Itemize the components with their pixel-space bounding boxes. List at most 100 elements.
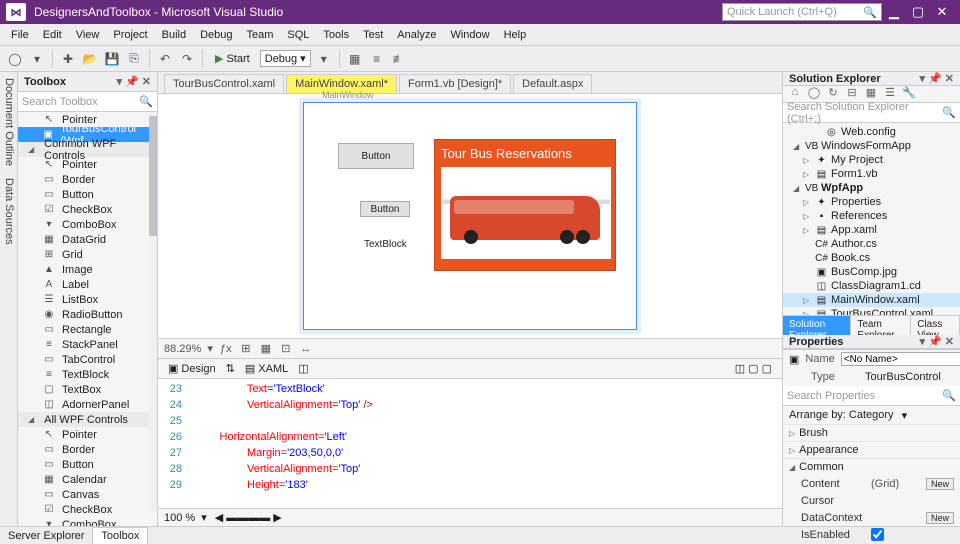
toolbox-item[interactable]: ▭TabControl (18, 352, 157, 367)
toolbox-item[interactable]: ▭Border (18, 172, 157, 187)
tree-node[interactable]: C#Book.cs (783, 251, 960, 265)
tab-tourbuscontrol[interactable]: TourBusControl.xaml (164, 74, 284, 93)
platform-select[interactable]: ▾ (315, 50, 333, 68)
tree-node[interactable]: ▣BusComp.jpg (783, 265, 960, 279)
designer-surface[interactable]: MainWindow Button Button TextBlock Tour … (158, 94, 782, 338)
zoom-value[interactable]: 88.29% (164, 343, 201, 355)
menu-help[interactable]: Help (497, 27, 534, 43)
menu-team[interactable]: Team (240, 27, 281, 43)
dropdown-icon[interactable]: ▾ (117, 75, 123, 88)
tree-node[interactable]: ◢VBWindowsFormApp (783, 139, 960, 153)
cat-appearance[interactable]: Appearance (783, 441, 960, 458)
comment-icon[interactable]: ≡ (368, 50, 386, 68)
tab-toolbox[interactable]: Toolbox (92, 527, 148, 544)
arrange-by[interactable]: Arrange by: Category (789, 409, 894, 421)
tab-default[interactable]: Default.aspx (513, 74, 592, 93)
tree-node[interactable]: ▷▪References (783, 209, 960, 223)
name-input[interactable] (841, 352, 960, 366)
design-button-2[interactable]: Button (360, 201, 410, 217)
config-select[interactable]: Debug ▾ (260, 50, 311, 67)
toolbox-item[interactable]: ▾ComboBox (18, 217, 157, 232)
window-artboard[interactable]: MainWindow Button Button TextBlock Tour … (303, 102, 637, 330)
menu-project[interactable]: Project (106, 27, 154, 43)
menu-debug[interactable]: Debug (193, 27, 239, 43)
menu-tools[interactable]: Tools (316, 27, 356, 43)
dropdown-icon[interactable]: ▾ (920, 335, 926, 348)
tab-solution-explorer[interactable]: Solution Explorer (783, 316, 851, 335)
tree-node[interactable]: ◫ClassDiagram1.cd (783, 279, 960, 293)
tab-team-explorer[interactable]: Team Explorer (851, 316, 911, 335)
close-icon[interactable]: ✕ (945, 335, 954, 348)
tree-node[interactable]: ◎Web.config (783, 125, 960, 139)
menu-window[interactable]: Window (443, 27, 496, 43)
toolbox-item[interactable]: ▭Canvas (18, 487, 157, 502)
toolbox-item[interactable]: ▢TextBox (18, 382, 157, 397)
toolbox-item[interactable]: ▦Calendar (18, 472, 157, 487)
tree-node[interactable]: ▷✦My Project (783, 153, 960, 167)
menu-sql[interactable]: SQL (280, 27, 316, 43)
toolbox-item[interactable]: ▭Button (18, 187, 157, 202)
toolbox-group-header[interactable]: Common WPF Controls (18, 142, 157, 157)
nav-back-button[interactable]: ◯ (6, 50, 24, 68)
close-icon[interactable]: ✕ (142, 75, 151, 88)
snap2-icon[interactable]: ⊡ (279, 342, 293, 355)
toolbox-item[interactable]: ☑CheckBox (18, 202, 157, 217)
tourbus-control[interactable]: Tour Bus Reservations (434, 139, 616, 271)
toolbox-item[interactable]: ☰ListBox (18, 292, 157, 307)
left-vertical-tabs[interactable]: Document OutlineData Sources (0, 72, 18, 526)
tree-node[interactable]: C#Author.cs (783, 237, 960, 251)
toolbox-group-header[interactable]: All WPF Controls (18, 412, 157, 427)
menu-test[interactable]: Test (356, 27, 390, 43)
toolbox-item[interactable]: ↖Pointer (18, 157, 157, 172)
toolbox-item[interactable]: ▲Image (18, 262, 157, 277)
new-button[interactable]: New (926, 512, 954, 524)
save-icon[interactable]: 💾 (103, 50, 121, 68)
toolbox-item[interactable]: ≡StackPanel (18, 337, 157, 352)
restore-button[interactable]: ▢ (906, 4, 930, 20)
undo-icon[interactable]: ↶ (156, 50, 174, 68)
props-search-input[interactable]: Search Properties🔍 (783, 386, 960, 406)
start-debug-button[interactable]: ▶Start (209, 51, 256, 66)
property-row[interactable]: IsEnabled (783, 526, 960, 543)
se-search-input[interactable]: Search Solution Explorer (Ctrl+;)🔍 (783, 103, 960, 123)
snap-icon[interactable]: ▦ (259, 342, 273, 355)
close-icon[interactable]: ✕ (945, 72, 954, 85)
toolbox-item[interactable]: ▭Border (18, 442, 157, 457)
guides-icon[interactable]: ↔ (299, 343, 313, 355)
property-row[interactable]: Content(Grid)New (783, 475, 960, 492)
isenabled-checkbox[interactable] (871, 528, 884, 541)
tab-form1[interactable]: Form1.vb [Design] (399, 74, 511, 93)
toolbox-item[interactable]: ▭Button (18, 457, 157, 472)
property-row[interactable]: DataContextNew (783, 509, 960, 526)
pin-icon[interactable]: 📌 (125, 75, 139, 88)
property-row[interactable]: Cursor (783, 492, 960, 509)
toolbox-search-input[interactable]: Search Toolbox🔍 (18, 92, 157, 112)
split-icon[interactable]: ◫ (298, 362, 308, 375)
close-button[interactable]: ✕ (930, 4, 954, 20)
fx-icon[interactable]: ƒx (219, 343, 233, 355)
xaml-tab[interactable]: ▤ XAML (245, 362, 288, 375)
toolbox-item[interactable]: ▦DataGrid (18, 232, 157, 247)
nav-fwd-button[interactable]: ▾ (28, 50, 46, 68)
save-all-icon[interactable]: ⎘ (125, 50, 143, 68)
design-tab[interactable]: ▣ Design (168, 362, 216, 375)
toolbox-item[interactable]: ALabel (18, 277, 157, 292)
new-project-icon[interactable]: ✚ (59, 50, 77, 68)
open-icon[interactable]: 📂 (81, 50, 99, 68)
toolbox-item[interactable]: ◫AdornerPanel (18, 397, 157, 412)
menu-file[interactable]: File (4, 27, 36, 43)
toolbox-item[interactable]: ≡TextBlock (18, 367, 157, 382)
menu-view[interactable]: View (69, 27, 107, 43)
solution-tree[interactable]: ◎Web.config◢VBWindowsFormApp▷✦My Project… (783, 123, 960, 315)
tree-node[interactable]: ▷▤TourBusControl.xaml (783, 307, 960, 315)
pin-icon[interactable]: 📌 (928, 335, 942, 348)
toggle-icon[interactable]: ▦ (346, 50, 364, 68)
toolbox-scrollbar[interactable] (149, 112, 157, 512)
toolbox-item[interactable]: ▭Rectangle (18, 322, 157, 337)
grid-icon[interactable]: ⊞ (239, 342, 253, 355)
toolbox-item[interactable]: ☑CheckBox (18, 502, 157, 517)
swap-icon[interactable]: ⇅ (226, 362, 235, 375)
menu-edit[interactable]: Edit (36, 27, 69, 43)
tab-server-explorer[interactable]: Server Explorer (0, 528, 92, 544)
design-textblock[interactable]: TextBlock (364, 239, 407, 250)
